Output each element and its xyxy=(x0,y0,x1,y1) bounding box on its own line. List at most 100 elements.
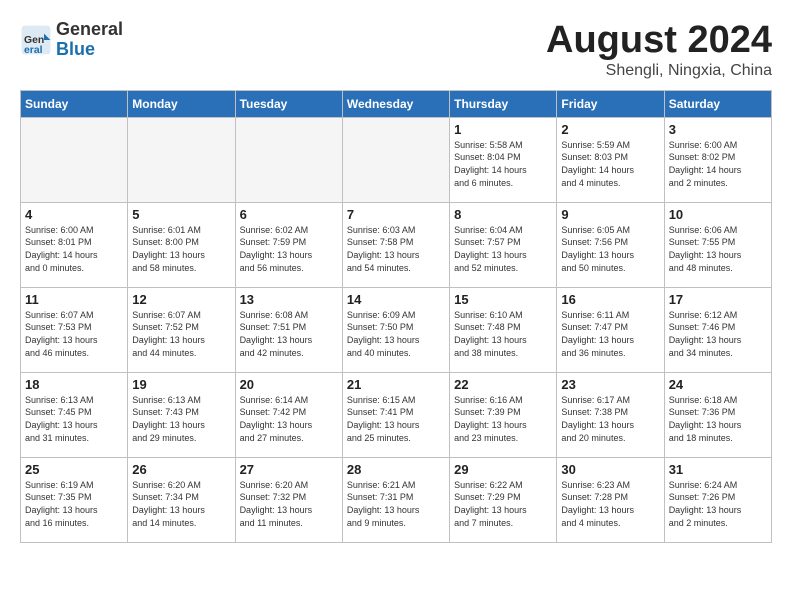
day-number: 13 xyxy=(240,292,338,307)
calendar-cell: 29 Sunrise: 6:22 AM Sunset: 7:29 PM Dayli… xyxy=(450,457,557,542)
day-info: Sunrise: 6:07 AM Sunset: 7:53 PM Dayligh… xyxy=(25,309,123,359)
day-number: 29 xyxy=(454,462,552,477)
day-number: 15 xyxy=(454,292,552,307)
calendar-cell: 19Sunrise: 6:13 AM Sunset: 7:43 PM Dayli… xyxy=(128,372,235,457)
day-info: Sunrise: 6:16 AM Sunset: 7:39 PM Dayligh… xyxy=(454,394,552,444)
day-number: 9 xyxy=(561,207,659,222)
day-info: Sunrise: 6:21 AM Sunset: 7:31 PM Dayligh… xyxy=(347,479,445,529)
day-info: Sunrise: 6:08 AM Sunset: 7:51 PM Dayligh… xyxy=(240,309,338,359)
day-number: 16 xyxy=(561,292,659,307)
day-info: Sunrise: 6:06 AM Sunset: 7:55 PM Dayligh… xyxy=(669,224,767,274)
calendar-week-5: 25 Sunrise: 6:19 AM Sunset: 7:35 PM Dayli… xyxy=(21,457,772,542)
calendar-cell: 28 Sunrise: 6:21 AM Sunset: 7:31 PM Dayli… xyxy=(342,457,449,542)
day-number: 23 xyxy=(561,377,659,392)
calendar-cell: 27 Sunrise: 6:20 AM Sunset: 7:32 PM Dayli… xyxy=(235,457,342,542)
day-info: Sunrise: 6:09 AM Sunset: 7:50 PM Dayligh… xyxy=(347,309,445,359)
day-number: 30 xyxy=(561,462,659,477)
calendar-week-3: 11 Sunrise: 6:07 AM Sunset: 7:53 PM Dayli… xyxy=(21,287,772,372)
day-number: 8 xyxy=(454,207,552,222)
day-info: Sunrise: 6:24 AM Sunset: 7:26 PM Dayligh… xyxy=(669,479,767,529)
day-number: 25 xyxy=(25,462,123,477)
calendar-week-2: 4 Sunrise: 6:00 AM Sunset: 8:01 PM Daylig… xyxy=(21,202,772,287)
calendar-cell: 8Sunrise: 6:04 AM Sunset: 7:57 PM Daylig… xyxy=(450,202,557,287)
calendar-cell xyxy=(342,117,449,202)
calendar-cell: 26 Sunrise: 6:20 AM Sunset: 7:34 PM Dayli… xyxy=(128,457,235,542)
day-info: Sunrise: 5:59 AM Sunset: 8:03 PM Dayligh… xyxy=(561,139,659,189)
day-number: 11 xyxy=(25,292,123,307)
day-number: 21 xyxy=(347,377,445,392)
calendar-cell: 7Sunrise: 6:03 AM Sunset: 7:58 PM Daylig… xyxy=(342,202,449,287)
day-number: 19 xyxy=(132,377,230,392)
calendar-cell: 21 Sunrise: 6:15 AM Sunset: 7:41 PM Dayli… xyxy=(342,372,449,457)
day-info: Sunrise: 6:22 AM Sunset: 7:29 PM Dayligh… xyxy=(454,479,552,529)
day-number: 5 xyxy=(132,207,230,222)
day-number: 20 xyxy=(240,377,338,392)
day-number: 2 xyxy=(561,122,659,137)
day-number: 3 xyxy=(669,122,767,137)
calendar-cell: 22 Sunrise: 6:16 AM Sunset: 7:39 PM Dayli… xyxy=(450,372,557,457)
title-block: August 2024 Shengli, Ningxia, China xyxy=(546,20,772,80)
calendar-cell: 9 Sunrise: 6:05 AM Sunset: 7:56 PM Daylig… xyxy=(557,202,664,287)
day-number: 18 xyxy=(25,377,123,392)
day-info: Sunrise: 6:23 AM Sunset: 7:28 PM Dayligh… xyxy=(561,479,659,529)
day-number: 4 xyxy=(25,207,123,222)
calendar-cell: 3Sunrise: 6:00 AM Sunset: 8:02 PM Daylig… xyxy=(664,117,771,202)
day-info: Sunrise: 6:10 AM Sunset: 7:48 PM Dayligh… xyxy=(454,309,552,359)
day-info: Sunrise: 6:07 AM Sunset: 7:52 PM Dayligh… xyxy=(132,309,230,359)
day-info: Sunrise: 6:17 AM Sunset: 7:38 PM Dayligh… xyxy=(561,394,659,444)
day-number: 12 xyxy=(132,292,230,307)
day-number: 26 xyxy=(132,462,230,477)
day-info: Sunrise: 6:01 AM Sunset: 8:00 PM Dayligh… xyxy=(132,224,230,274)
day-info: Sunrise: 6:00 AM Sunset: 8:01 PM Dayligh… xyxy=(25,224,123,274)
calendar-cell: 18 Sunrise: 6:13 AM Sunset: 7:45 PM Dayli… xyxy=(21,372,128,457)
day-number: 10 xyxy=(669,207,767,222)
day-info: Sunrise: 6:18 AM Sunset: 7:36 PM Dayligh… xyxy=(669,394,767,444)
weekday-header-wednesday: Wednesday xyxy=(342,90,449,117)
calendar-cell: 14 Sunrise: 6:09 AM Sunset: 7:50 PM Dayli… xyxy=(342,287,449,372)
day-info: Sunrise: 6:13 AM Sunset: 7:45 PM Dayligh… xyxy=(25,394,123,444)
calendar-cell: 24 Sunrise: 6:18 AM Sunset: 7:36 PM Dayli… xyxy=(664,372,771,457)
weekday-header-thursday: Thursday xyxy=(450,90,557,117)
calendar-cell: 25 Sunrise: 6:19 AM Sunset: 7:35 PM Dayli… xyxy=(21,457,128,542)
calendar-week-4: 18 Sunrise: 6:13 AM Sunset: 7:45 PM Dayli… xyxy=(21,372,772,457)
day-info: Sunrise: 6:15 AM Sunset: 7:41 PM Dayligh… xyxy=(347,394,445,444)
day-number: 17 xyxy=(669,292,767,307)
calendar-week-1: 1 Sunrise: 5:58 AM Sunset: 8:04 PM Daylig… xyxy=(21,117,772,202)
day-info: Sunrise: 6:12 AM Sunset: 7:46 PM Dayligh… xyxy=(669,309,767,359)
day-info: Sunrise: 6:20 AM Sunset: 7:32 PM Dayligh… xyxy=(240,479,338,529)
calendar-cell xyxy=(21,117,128,202)
weekday-header-monday: Monday xyxy=(128,90,235,117)
calendar-cell xyxy=(128,117,235,202)
calendar-cell: 2 Sunrise: 5:59 AM Sunset: 8:03 PM Daylig… xyxy=(557,117,664,202)
day-number: 27 xyxy=(240,462,338,477)
calendar-cell: 1 Sunrise: 5:58 AM Sunset: 8:04 PM Daylig… xyxy=(450,117,557,202)
logo: Gen eral General Blue xyxy=(20,20,123,60)
calendar-cell: 30 Sunrise: 6:23 AM Sunset: 7:28 PM Dayli… xyxy=(557,457,664,542)
location-subtitle: Shengli, Ningxia, China xyxy=(546,62,772,80)
day-number: 28 xyxy=(347,462,445,477)
logo-icon: Gen eral xyxy=(20,24,52,56)
day-number: 22 xyxy=(454,377,552,392)
day-info: Sunrise: 6:03 AM Sunset: 7:58 PM Dayligh… xyxy=(347,224,445,274)
svg-text:eral: eral xyxy=(24,45,43,56)
weekday-header-tuesday: Tuesday xyxy=(235,90,342,117)
day-number: 24 xyxy=(669,377,767,392)
weekday-header-friday: Friday xyxy=(557,90,664,117)
calendar-cell: 31 Sunrise: 6:24 AM Sunset: 7:26 PM Dayli… xyxy=(664,457,771,542)
page-header: Gen eral General Blue August 2024 Shengl… xyxy=(20,20,772,80)
day-number: 1 xyxy=(454,122,552,137)
day-number: 31 xyxy=(669,462,767,477)
calendar-cell: 13 Sunrise: 6:08 AM Sunset: 7:51 PM Dayli… xyxy=(235,287,342,372)
calendar-cell: 15 Sunrise: 6:10 AM Sunset: 7:48 PM Dayli… xyxy=(450,287,557,372)
day-info: Sunrise: 6:19 AM Sunset: 7:35 PM Dayligh… xyxy=(25,479,123,529)
calendar-cell: 11 Sunrise: 6:07 AM Sunset: 7:53 PM Dayli… xyxy=(21,287,128,372)
day-info: Sunrise: 6:20 AM Sunset: 7:34 PM Dayligh… xyxy=(132,479,230,529)
logo-blue-text: Blue xyxy=(56,40,123,60)
calendar-cell: 16 Sunrise: 6:11 AM Sunset: 7:47 PM Dayli… xyxy=(557,287,664,372)
calendar-cell: 20Sunrise: 6:14 AM Sunset: 7:42 PM Dayli… xyxy=(235,372,342,457)
weekday-header-row: SundayMondayTuesdayWednesdayThursdayFrid… xyxy=(21,90,772,117)
day-number: 14 xyxy=(347,292,445,307)
day-info: Sunrise: 5:58 AM Sunset: 8:04 PM Dayligh… xyxy=(454,139,552,189)
day-info: Sunrise: 6:05 AM Sunset: 7:56 PM Dayligh… xyxy=(561,224,659,274)
day-info: Sunrise: 6:11 AM Sunset: 7:47 PM Dayligh… xyxy=(561,309,659,359)
